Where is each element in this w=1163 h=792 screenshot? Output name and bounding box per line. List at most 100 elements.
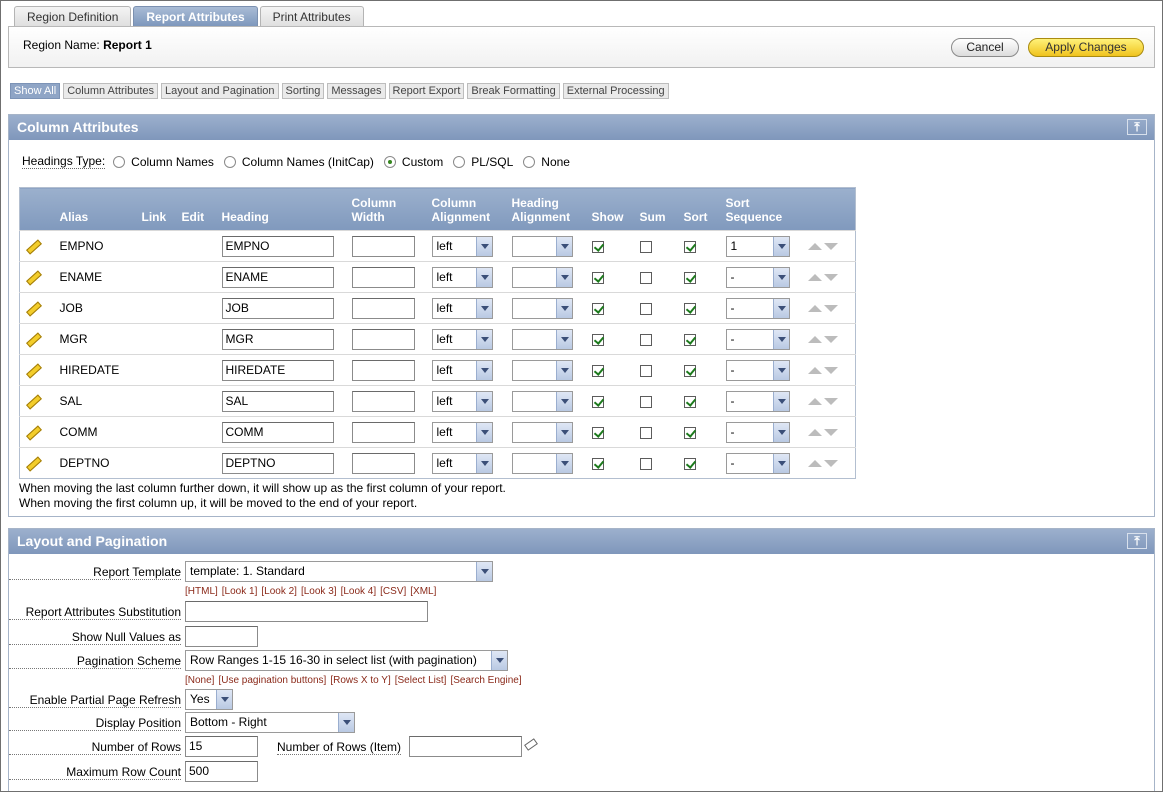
template-link[interactable]: [Look 2]	[261, 586, 297, 597]
sum-checkbox[interactable]	[639, 457, 652, 470]
show-checkbox[interactable]	[591, 457, 604, 470]
move-down-icon[interactable]	[823, 398, 838, 406]
radio-column-names[interactable]: Column Names	[113, 155, 214, 169]
report-template-select[interactable]: template: 1. Standard	[185, 561, 493, 582]
move-up-icon[interactable]	[807, 460, 822, 468]
column-alignment-select[interactable]: left	[431, 235, 493, 257]
heading-input[interactable]: EMPNO	[221, 235, 334, 257]
column-width-input[interactable]	[351, 390, 415, 412]
sort-checkbox[interactable]	[683, 364, 696, 377]
sort-checkbox[interactable]	[683, 302, 696, 315]
pencil-icon[interactable]	[24, 424, 40, 438]
column-alignment-select[interactable]: left	[431, 421, 493, 443]
pencil-icon[interactable]	[24, 455, 40, 469]
show-checkbox[interactable]	[591, 333, 604, 346]
sum-checkbox[interactable]	[639, 395, 652, 408]
number-of-rows-item-input[interactable]	[409, 736, 522, 757]
sum-checkbox[interactable]	[639, 271, 652, 284]
subtab-break-formatting[interactable]: Break Formatting	[467, 83, 560, 99]
max-row-count-input[interactable]: 500	[185, 761, 258, 782]
cancel-button[interactable]: Cancel	[951, 38, 1019, 57]
column-width-input[interactable]	[351, 235, 415, 257]
chevron-down-icon[interactable]	[475, 360, 492, 380]
sum-checkbox[interactable]	[639, 426, 652, 439]
template-link[interactable]: [Look 1]	[222, 586, 258, 597]
chevron-down-icon[interactable]	[475, 298, 492, 318]
sort-checkbox[interactable]	[683, 240, 696, 253]
subtab-layout-pagination[interactable]: Layout and Pagination	[161, 83, 279, 99]
chevron-down-icon[interactable]	[476, 562, 492, 581]
chevron-down-icon[interactable]	[555, 453, 572, 473]
subtab-column-attributes[interactable]: Column Attributes	[63, 83, 159, 99]
pencil-icon[interactable]	[24, 238, 40, 252]
template-link[interactable]: [XML]	[410, 586, 436, 597]
column-alignment-select[interactable]: left	[431, 452, 493, 474]
pagination-link[interactable]: [Rows X to Y]	[330, 675, 390, 686]
ppr-select[interactable]: Yes	[185, 689, 233, 710]
sort-checkbox[interactable]	[683, 457, 696, 470]
heading-input[interactable]: HIREDATE	[221, 359, 334, 381]
pagination-link[interactable]: [Search Engine]	[450, 675, 521, 686]
pencil-icon[interactable]	[24, 331, 40, 345]
column-width-input[interactable]	[351, 328, 415, 350]
chevron-down-icon[interactable]	[555, 360, 572, 380]
pencil-icon[interactable]	[24, 300, 40, 314]
heading-alignment-select[interactable]	[511, 421, 573, 443]
substitution-input[interactable]	[185, 601, 428, 622]
chevron-down-icon[interactable]	[772, 422, 789, 442]
subtab-report-export[interactable]: Report Export	[388, 83, 465, 99]
radio-icon[interactable]	[113, 155, 126, 168]
subtab-messages[interactable]: Messages	[327, 83, 386, 99]
pencil-icon[interactable]	[24, 269, 40, 283]
subtab-external-processing[interactable]: External Processing	[562, 83, 669, 99]
tab-region-definition[interactable]: Region Definition	[14, 6, 132, 27]
column-width-input[interactable]	[351, 421, 415, 443]
pagination-link[interactable]: [Select List]	[395, 675, 447, 686]
heading-alignment-select[interactable]	[511, 266, 573, 288]
collapse-icon[interactable]: ⤒	[1127, 533, 1147, 549]
apply-changes-button[interactable]: Apply Changes	[1028, 38, 1144, 57]
chevron-down-icon[interactable]	[475, 422, 492, 442]
column-alignment-select[interactable]: left	[431, 328, 493, 350]
show-checkbox[interactable]	[591, 395, 604, 408]
chevron-down-icon[interactable]	[772, 298, 789, 318]
chevron-down-icon[interactable]	[555, 267, 572, 287]
move-up-icon[interactable]	[807, 305, 822, 313]
heading-alignment-select[interactable]	[511, 297, 573, 319]
move-up-icon[interactable]	[807, 274, 822, 282]
null-values-input[interactable]	[185, 626, 258, 647]
subtab-sorting[interactable]: Sorting	[281, 83, 325, 99]
sort-sequence-select[interactable]: -	[725, 328, 790, 350]
column-alignment-select[interactable]: left	[431, 390, 493, 412]
column-width-input[interactable]	[351, 359, 415, 381]
chevron-down-icon[interactable]	[772, 453, 789, 473]
heading-alignment-select[interactable]	[511, 390, 573, 412]
chevron-down-icon[interactable]	[772, 236, 789, 256]
heading-alignment-select[interactable]	[511, 359, 573, 381]
move-up-icon[interactable]	[807, 243, 822, 251]
column-alignment-select[interactable]: left	[431, 359, 493, 381]
sort-sequence-select[interactable]: -	[725, 297, 790, 319]
chevron-down-icon[interactable]	[555, 298, 572, 318]
template-link[interactable]: [Look 4]	[341, 586, 377, 597]
heading-input[interactable]: MGR	[221, 328, 334, 350]
sort-sequence-select[interactable]: -	[725, 452, 790, 474]
heading-alignment-select[interactable]	[511, 328, 573, 350]
radio-column-names-initcap[interactable]: Column Names (InitCap)	[223, 155, 374, 169]
pencil-icon[interactable]	[24, 393, 40, 407]
move-up-icon[interactable]	[807, 367, 822, 375]
sort-checkbox[interactable]	[683, 333, 696, 346]
show-checkbox[interactable]	[591, 240, 604, 253]
move-down-icon[interactable]	[823, 243, 838, 251]
move-up-icon[interactable]	[807, 398, 822, 406]
chevron-down-icon[interactable]	[555, 329, 572, 349]
popup-finder-icon[interactable]	[523, 735, 541, 749]
chevron-down-icon[interactable]	[772, 267, 789, 287]
pencil-icon[interactable]	[24, 362, 40, 376]
radio-custom[interactable]: Custom	[383, 155, 443, 169]
pagination-link[interactable]: [Use pagination buttons]	[218, 675, 326, 686]
tab-print-attributes[interactable]: Print Attributes	[259, 6, 364, 27]
sort-checkbox[interactable]	[683, 426, 696, 439]
heading-input[interactable]: SAL	[221, 390, 334, 412]
column-width-input[interactable]	[351, 266, 415, 288]
